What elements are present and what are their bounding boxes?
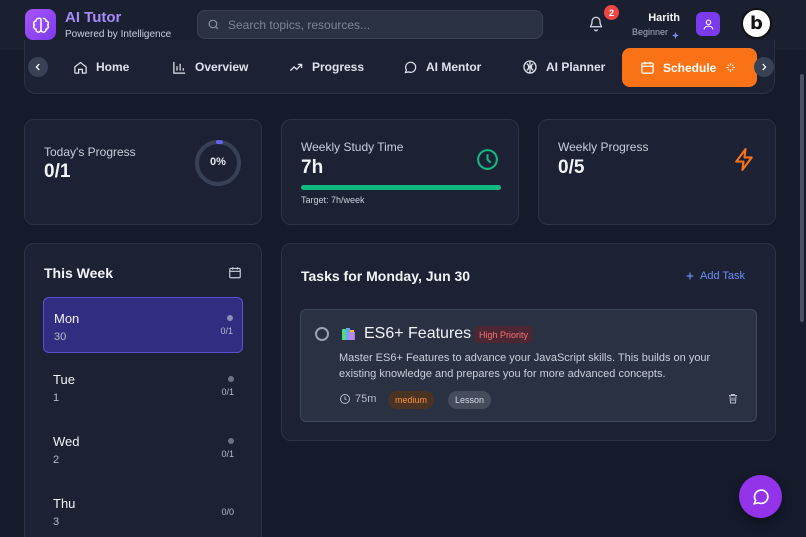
nav-prev-button[interactable]: [28, 57, 48, 77]
user-level: Beginner: [631, 27, 668, 37]
study-time-bar-fill: [301, 185, 501, 190]
nav-progress[interactable]: Progress: [288, 40, 364, 94]
brand-logo-badge[interactable]: b: [741, 8, 772, 39]
page-scrollbar[interactable]: [800, 74, 804, 322]
duration-value: 75m: [355, 393, 377, 405]
difficulty-badge: medium: [388, 391, 435, 409]
week-title: This Week: [44, 265, 113, 281]
stat-value: 0/1: [44, 161, 71, 182]
task-duration: 75m: [339, 393, 376, 405]
day-status-dot: [228, 438, 234, 444]
day-task-count: 0/0: [221, 507, 234, 517]
search-bar[interactable]: [197, 10, 543, 39]
stat-label: Weekly Progress: [558, 140, 649, 154]
nav-ai-mentor[interactable]: AI Mentor: [403, 40, 481, 94]
brand-subtitle: Powered by Intelligence: [65, 29, 172, 40]
tasks-title: Tasks for Monday, Jun 30: [301, 268, 471, 284]
day-wed[interactable]: Wed 2 0/1: [43, 421, 243, 477]
user-name: Harith: [648, 12, 680, 24]
nav-label: Home: [96, 60, 130, 74]
day-name: Mon: [54, 311, 80, 326]
todays-progress-card: Today's Progress 0/1 0%: [24, 119, 262, 225]
task-title: ES6+ Features: [364, 325, 472, 342]
day-number: 3: [53, 516, 60, 528]
clock-icon: [340, 394, 350, 404]
brain-icon: [523, 60, 537, 74]
nav-next-button[interactable]: [754, 57, 774, 77]
chat-icon: [404, 61, 417, 73]
day-mon[interactable]: Mon 30 0/1: [43, 297, 243, 353]
add-task-label: Add Task: [700, 270, 746, 282]
nav-label: AI Planner: [546, 60, 606, 74]
brand-title: AI Tutor: [65, 9, 122, 26]
progress-percent: 0%: [210, 156, 226, 168]
day-task-count: 0/1: [220, 326, 233, 336]
books-icon: [341, 326, 357, 347]
bar-chart-icon: [173, 61, 186, 74]
task-checkbox[interactable]: [315, 327, 329, 341]
nav-schedule[interactable]: Schedule: [622, 48, 758, 87]
chat-icon: [752, 488, 769, 505]
lightning-icon: [732, 147, 757, 177]
chat-fab-button[interactable]: [739, 475, 782, 518]
this-week-panel: This Week Mon 30 0/1 Tue 1 0/1 Wed 2 0/1…: [24, 243, 262, 537]
trash-icon[interactable]: [727, 392, 739, 410]
stat-value: 7h: [301, 157, 324, 178]
day-number: 2: [53, 454, 60, 466]
day-status-dot: [228, 376, 234, 382]
search-icon: [207, 18, 220, 36]
home-icon: [74, 61, 87, 74]
stat-value: 0/5: [558, 157, 585, 178]
plus-icon: [686, 272, 694, 280]
trending-up-icon: [289, 63, 303, 71]
day-name: Tue: [53, 372, 75, 387]
weekly-progress-card: Weekly Progress 0/5: [538, 119, 776, 225]
priority-badge: High Priority: [474, 326, 534, 343]
day-task-count: 0/1: [221, 449, 234, 459]
task-card[interactable]: ES6+ Features High Priority Master ES6+ …: [300, 309, 757, 422]
day-number: 1: [53, 392, 60, 404]
tasks-panel: Tasks for Monday, Jun 30 Add Task ES6+ F…: [281, 243, 776, 441]
stat-label: Weekly Study Time: [301, 140, 404, 154]
day-task-count: 0/1: [221, 387, 234, 397]
nav-label: Schedule: [663, 60, 717, 75]
type-badge: Lesson: [448, 391, 492, 409]
study-time-bar: [301, 185, 501, 190]
day-thu[interactable]: Thu 3 0/0: [43, 483, 243, 537]
nav-label: Overview: [195, 60, 249, 74]
search-input[interactable]: [228, 15, 528, 35]
calendar-icon[interactable]: [228, 265, 242, 285]
day-name: Thu: [53, 496, 76, 511]
nav-ai-planner[interactable]: AI Planner: [522, 40, 605, 94]
day-name: Wed: [53, 434, 80, 449]
nav-home[interactable]: Home: [73, 40, 129, 94]
day-status-dot: [227, 315, 233, 321]
main-nav: Home Overview Progress AI Mentor AI Plan…: [24, 40, 775, 94]
day-number: 30: [54, 331, 67, 343]
study-target: Target: 7h/week: [301, 195, 365, 205]
clock-icon: [475, 147, 500, 177]
stat-label: Today's Progress: [44, 145, 136, 159]
add-task-button[interactable]: Add Task: [685, 270, 745, 282]
sparkle-icon: [726, 63, 736, 72]
day-tue[interactable]: Tue 1 0/1: [43, 359, 243, 415]
nav-label: AI Mentor: [426, 60, 482, 74]
calendar-icon: [641, 61, 654, 74]
nav-label: Progress: [312, 60, 365, 74]
weekly-study-time-card: Weekly Study Time 7h Target: 7h/week: [281, 119, 519, 225]
user-avatar[interactable]: [696, 12, 720, 36]
task-description: Master ES6+ Features to advance your Jav…: [339, 352, 711, 380]
brain-logo-icon[interactable]: [25, 9, 56, 40]
nav-overview[interactable]: Overview: [172, 40, 248, 94]
